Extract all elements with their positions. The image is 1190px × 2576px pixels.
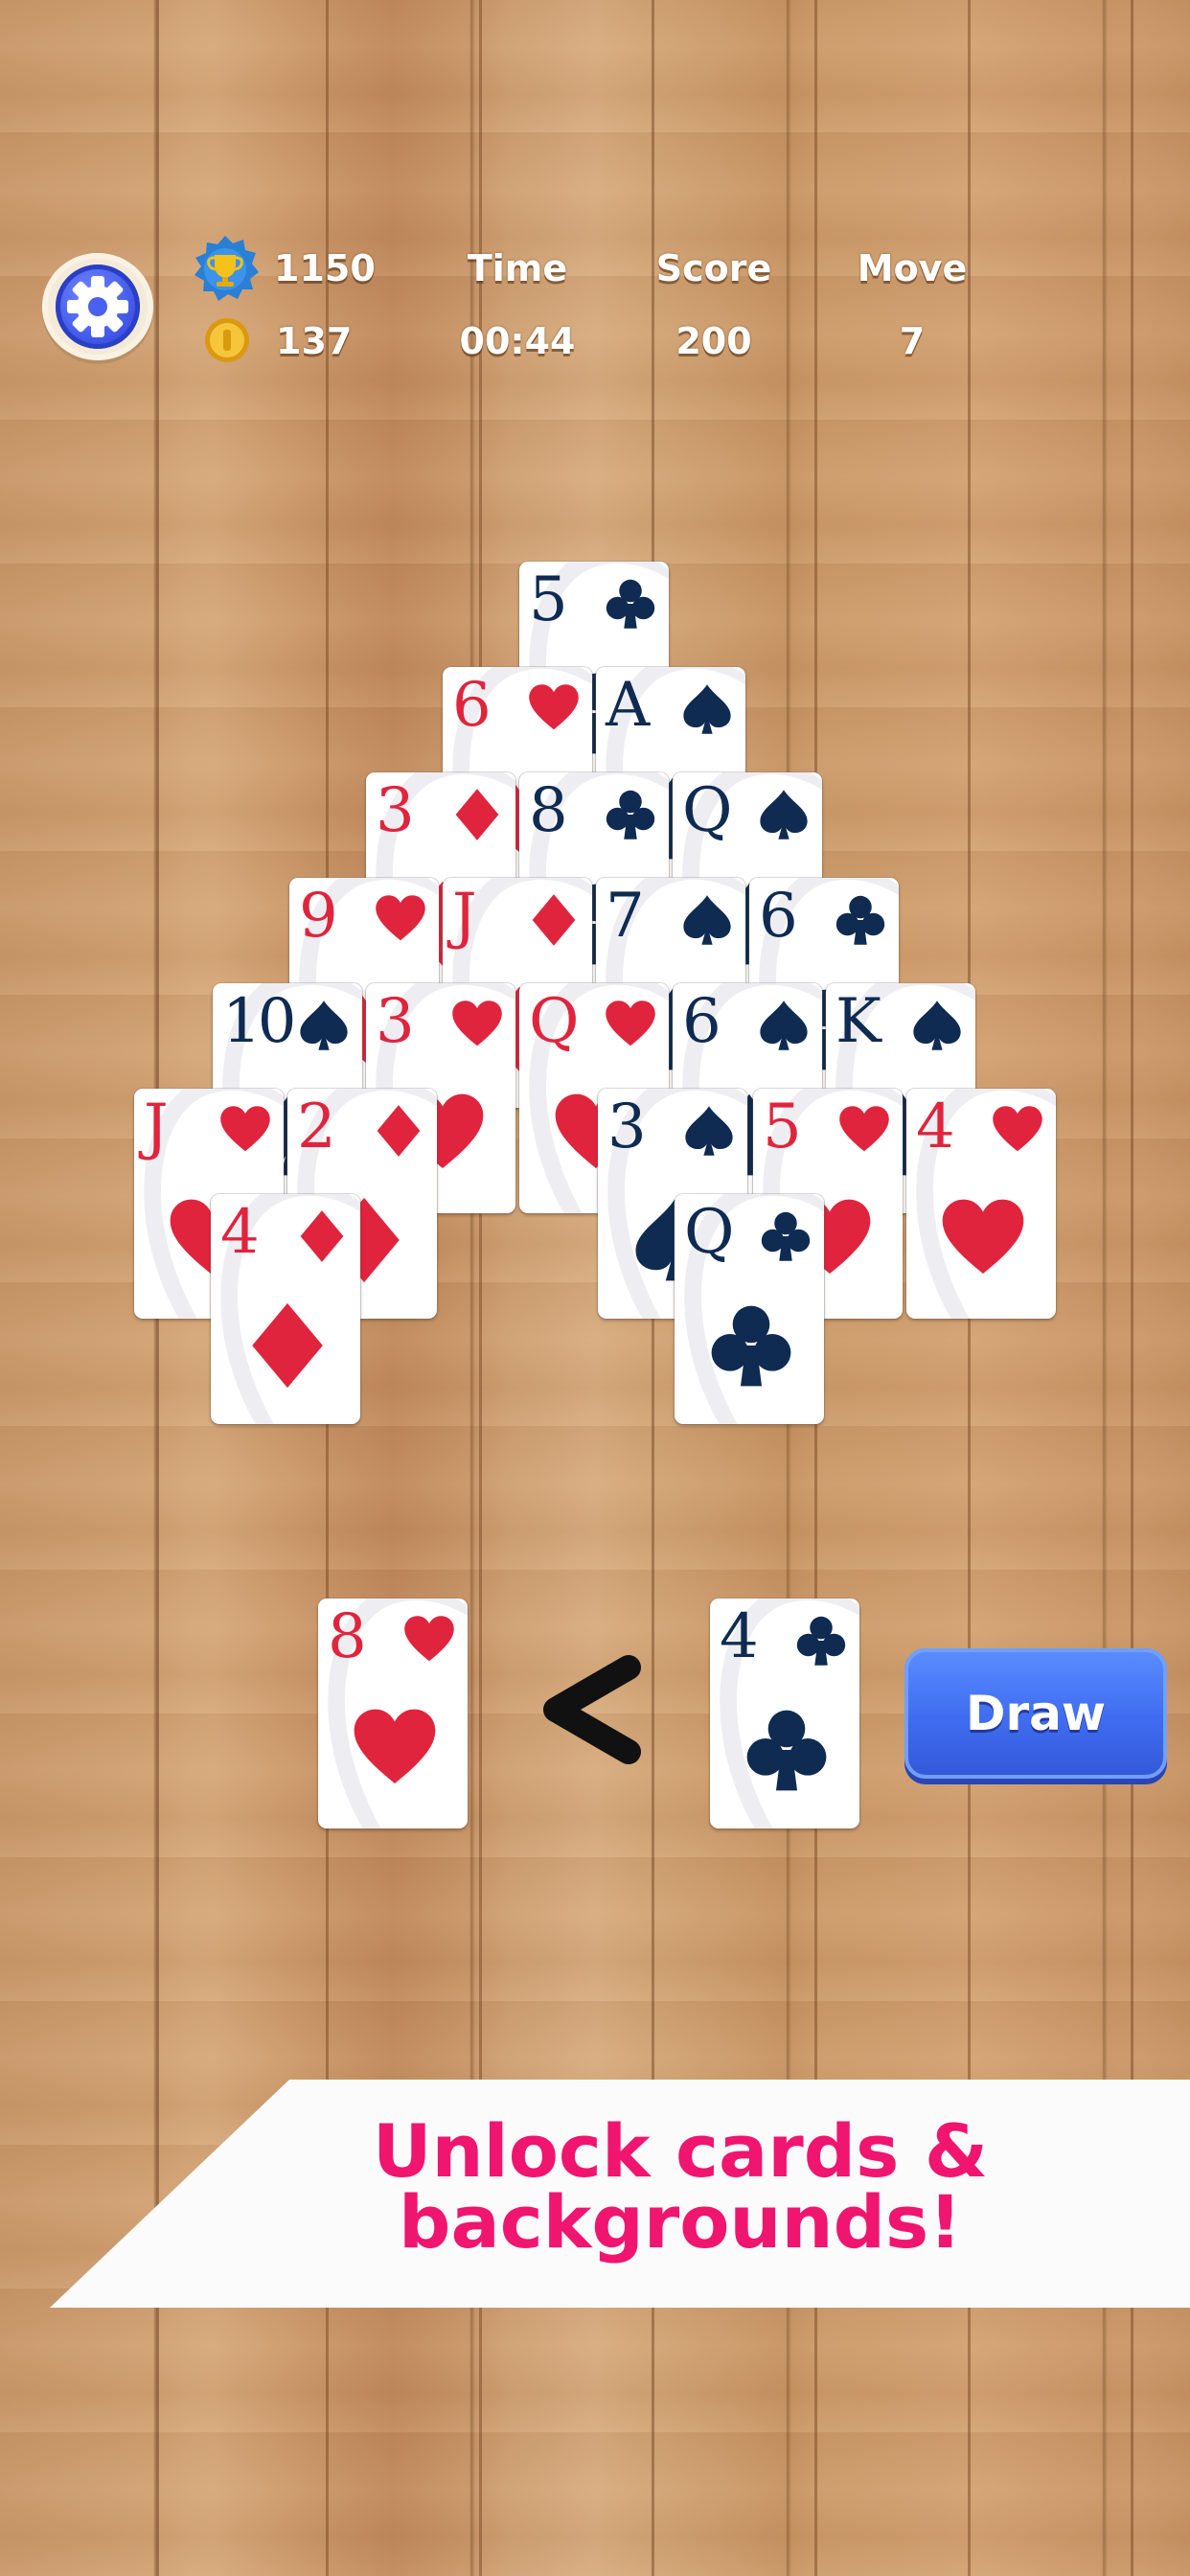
card-rank: 6 — [759, 881, 798, 952]
heart-icon — [993, 1106, 1042, 1152]
club-icon — [711, 1305, 791, 1387]
card-rank: 3 — [607, 1092, 647, 1162]
diamond-icon — [300, 1210, 344, 1262]
coin-value: 137 — [276, 320, 353, 362]
waste-card[interactable]: 8 — [318, 1598, 468, 1828]
heart-icon — [942, 1199, 1024, 1274]
time-value: 00:44 — [459, 320, 576, 362]
stock-card[interactable]: 4 — [710, 1598, 859, 1828]
club-icon — [746, 1710, 827, 1791]
club-icon — [761, 1211, 811, 1261]
gear-icon — [56, 264, 140, 349]
card-rank: 2 — [297, 1092, 336, 1162]
card-rank: 5 — [763, 1092, 802, 1162]
heart-icon — [354, 1709, 436, 1783]
card-rank: Q — [682, 775, 733, 846]
spade-icon — [760, 790, 808, 840]
card-rank: 6 — [682, 986, 721, 1057]
spade-icon — [683, 895, 731, 945]
card-rank: 8 — [529, 775, 568, 846]
diamond-icon — [252, 1302, 323, 1389]
heart-icon — [606, 1000, 655, 1046]
score-label: Score — [655, 247, 772, 289]
card-rank: Q — [529, 986, 580, 1057]
settings-button[interactable] — [42, 253, 153, 360]
club-icon — [796, 1616, 846, 1666]
spade-icon — [683, 684, 731, 734]
diamond-icon — [532, 894, 576, 946]
card-rank: J — [144, 1092, 169, 1162]
card-rank: 3 — [376, 986, 415, 1057]
card-rank: 9 — [299, 881, 338, 952]
move-label: Move — [857, 247, 968, 289]
heart-icon — [529, 684, 579, 730]
card-rank: J — [452, 881, 477, 952]
card-rank: K — [835, 986, 881, 1057]
pyramid-card[interactable]: 4 — [906, 1089, 1056, 1319]
club-icon — [835, 895, 885, 945]
card-rank: 5 — [529, 564, 568, 635]
card-rank: 10 — [222, 986, 296, 1057]
less-than-icon — [543, 1655, 641, 1764]
coin-icon — [203, 316, 251, 368]
promo-line-1: Unlock cards & — [372, 2108, 989, 2194]
diamond-icon — [455, 789, 499, 840]
card-rank: 7 — [606, 881, 645, 952]
score-value: 200 — [675, 320, 752, 362]
promo-line-2: backgrounds! — [399, 2179, 962, 2265]
heart-icon — [452, 1000, 502, 1046]
card-rank: 4 — [220, 1197, 260, 1268]
card-rank: 4 — [720, 1601, 759, 1672]
trophy-icon — [190, 234, 261, 309]
pyramid-card[interactable]: Q — [675, 1194, 824, 1424]
card-rank: 6 — [452, 670, 492, 741]
card-rank: Q — [684, 1197, 735, 1268]
diamond-icon — [377, 1105, 421, 1157]
card-rank: A — [606, 670, 650, 741]
club-icon — [606, 790, 655, 840]
pyramid-card[interactable]: 4 — [211, 1194, 360, 1424]
heart-icon — [376, 895, 425, 941]
club-icon — [606, 579, 655, 629]
heart-icon — [404, 1616, 454, 1662]
heart-icon — [839, 1106, 889, 1152]
spade-icon — [760, 1000, 808, 1050]
spade-icon — [685, 1106, 733, 1156]
time-label: Time — [467, 247, 568, 289]
card-rank: 3 — [376, 775, 415, 846]
card-rank: 8 — [328, 1601, 367, 1672]
heart-icon — [220, 1106, 270, 1152]
card-rank: 4 — [916, 1092, 955, 1162]
spade-icon — [913, 1000, 961, 1050]
promo-banner-text: Unlock cards & backgrounds! — [268, 2108, 1092, 2265]
trophy-value: 1150 — [274, 247, 376, 289]
spade-icon — [300, 1000, 348, 1050]
draw-button[interactable]: Draw — [904, 1648, 1167, 1779]
move-value: 7 — [899, 320, 926, 362]
